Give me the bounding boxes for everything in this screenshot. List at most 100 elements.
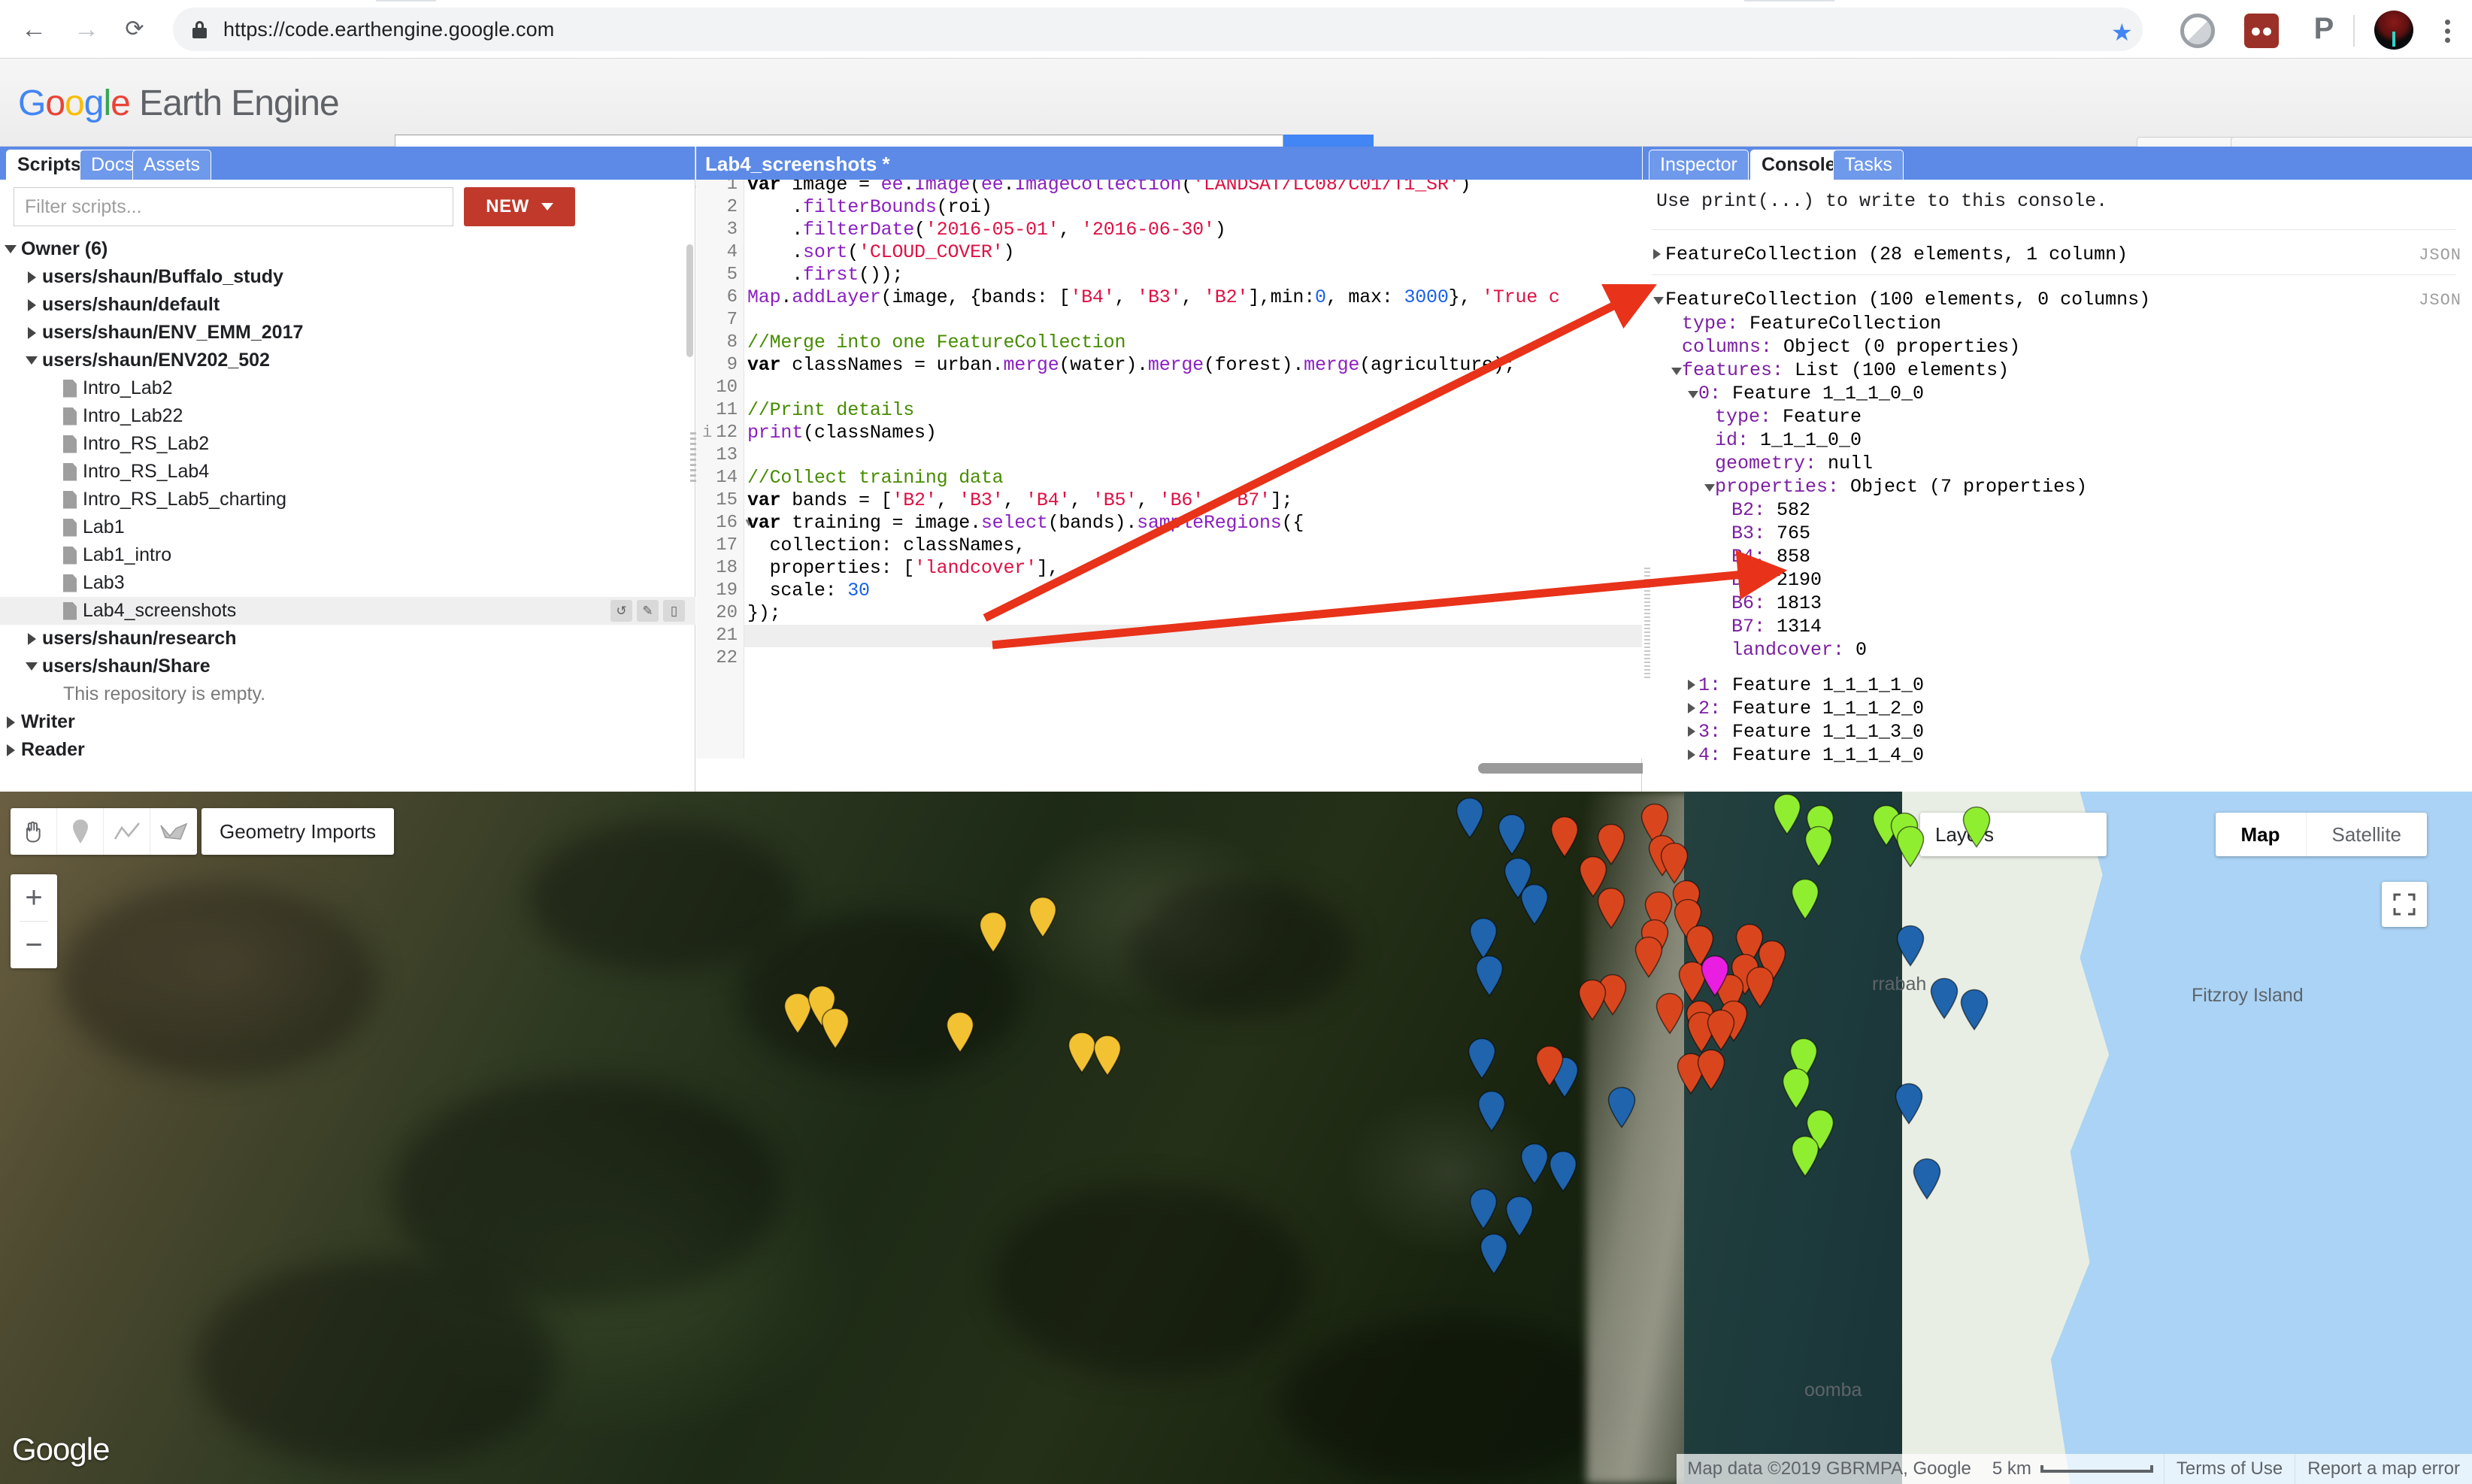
console-tree-node[interactable]: 0: Feature 1_1_1_0_0 [1698,382,1924,405]
chevron-right-icon[interactable] [0,716,21,728]
map-marker-agriculture[interactable] [977,911,1009,953]
script-tree-repo[interactable]: users/shaun/research [0,625,695,653]
map-marker-urban[interactable] [1705,1009,1737,1051]
layers-button[interactable]: Layers [1920,813,2107,856]
map-marker-forest[interactable] [1895,825,1926,868]
map-marker-agriculture[interactable] [944,1011,976,1053]
chevron-right-icon[interactable] [1688,726,1695,737]
code-editor[interactable]: 1 2 3 4 5 6 7 8 9 10 11 12 i 13 14 15 16 ▼ 17 18 19 20 21 22 va… [696,180,1642,759]
json-link[interactable]: JSON [2419,246,2461,265]
polygon-icon[interactable] [150,808,197,855]
star-icon[interactable]: ★ [2111,18,2133,47]
basemap-satellite-button[interactable]: Satellite [2307,813,2428,856]
map-marker-water[interactable] [1911,1158,1943,1200]
script-tree-repo[interactable]: users/shaun/default [0,291,695,319]
map-marker-urban[interactable] [1659,842,1690,884]
map-marker-water[interactable] [1454,797,1486,839]
forward-icon[interactable]: → [66,9,107,50]
script-tree-group[interactable]: Reader [0,736,695,764]
script-tree-item[interactable]: Lab3 [0,569,695,597]
console-entry[interactable]: FeatureCollection (28 elements, 1 column… [1665,243,2128,266]
geometry-imports-button[interactable]: Geometry Imports [201,808,395,855]
map-marker-forest[interactable] [1789,1135,1821,1177]
chevron-down-icon[interactable] [1671,368,1682,375]
chevron-down-icon[interactable] [21,356,42,365]
map-marker-water[interactable] [1928,977,1960,1019]
script-tree-repo[interactable]: users/shaun/ENV202_502 [0,347,695,374]
script-tree-item[interactable]: Intro_RS_Lab5_charting [0,486,695,513]
map-marker-water[interactable] [1468,917,1499,959]
fullscreen-button[interactable] [2382,882,2427,927]
script-tree-repo[interactable]: users/shaun/Share [0,653,695,680]
chevron-right-icon[interactable] [0,744,21,756]
script-tree-item[interactable]: Lab1 [0,513,695,541]
map-marker-water[interactable] [1504,1195,1535,1237]
script-tree-item[interactable]: Intro_Lab2 [0,374,695,402]
chevron-down-icon[interactable] [0,245,21,253]
map-marker-water[interactable] [1468,1188,1499,1230]
map-marker-water[interactable] [1466,1037,1498,1080]
map-marker-water[interactable] [1606,1086,1637,1128]
three-dot-menu-icon[interactable] [2430,14,2464,48]
map-marker-selected[interactable] [1699,955,1731,997]
map-marker-agriculture[interactable] [1092,1034,1123,1077]
chevron-right-icon[interactable] [1688,750,1695,760]
map-marker-water[interactable] [1519,1143,1550,1185]
address-bar[interactable]: https://code.earthengine.google.com [173,8,2143,51]
console-scrollbar[interactable] [1644,568,1650,680]
map-marker-forest[interactable] [1961,806,1992,848]
console-entry[interactable]: FeatureCollection (100 elements, 0 colum… [1665,288,2150,311]
console-tree-node[interactable]: 3: Feature 1_1_1_3_0 [1698,720,1924,744]
map-marker-urban[interactable] [1633,936,1665,978]
chevron-right-icon[interactable] [21,326,42,339]
script-tree-group[interactable]: Writer [0,708,695,736]
script-tree-group[interactable]: Owner (6) [0,235,695,263]
map-marker-urban[interactable] [1549,816,1580,858]
mendeley-extension-icon[interactable]: ●● [2244,14,2279,48]
map-marker-water[interactable] [1474,955,1505,997]
map-marker-water[interactable] [1519,883,1550,925]
tab-tasks[interactable]: Tasks [1833,150,1904,180]
map-marker-urban[interactable] [1577,979,1608,1021]
map-marker-water[interactable] [1478,1233,1510,1275]
map-marker-forest[interactable] [1771,793,1803,835]
map-marker-forest[interactable] [1789,878,1821,920]
script-tree-repo[interactable]: users/shaun/Buffalo_study [0,263,695,291]
map-marker-urban[interactable] [1654,992,1686,1034]
chevron-right-icon[interactable] [1653,249,1661,259]
console-tree-node[interactable]: 2: Feature 1_1_1_2_0 [1698,697,1924,720]
script-tree-repo[interactable]: users/shaun/ENV_EMM_2017 [0,319,695,347]
circle-extension-icon[interactable] [2180,14,2215,48]
left-panel-scrollbar[interactable] [686,244,693,357]
console-tree-node[interactable]: 4: Feature 1_1_1_4_0 [1698,744,1924,767]
map-marker-water[interactable] [1547,1150,1579,1192]
zoom-in-button[interactable]: + [11,874,57,921]
script-tree-item[interactable]: Intro_RS_Lab4 [0,458,695,486]
map-marker-water[interactable] [1959,989,1990,1031]
map-marker-water[interactable] [1496,813,1528,856]
console-tree-node[interactable]: properties: Object (7 properties) [1715,475,2087,498]
map-marker-water[interactable] [1895,925,1926,967]
map-marker-water[interactable] [1476,1090,1507,1132]
zoom-out-button[interactable]: − [11,922,57,968]
terms-of-use-link[interactable]: Terms of Use [2163,1454,2295,1484]
map-marker-agriculture[interactable] [819,1007,851,1049]
tab-assets[interactable]: Assets [132,150,212,180]
filter-scripts-input[interactable] [14,187,453,226]
new-script-button[interactable]: NEW [464,187,575,226]
chevron-right-icon[interactable] [1688,703,1695,713]
line-info-marker[interactable]: i [702,422,712,444]
rename-pencil-icon[interactable]: ✎ [637,600,659,622]
script-tree-item[interactable]: Lab1_intro [0,541,695,569]
map-marker-urban[interactable] [1595,887,1627,929]
chevron-down-icon[interactable] [1688,391,1698,398]
json-link[interactable]: JSON [2419,291,2461,310]
console-tree-node[interactable]: 1: Feature 1_1_1_1_0 [1698,674,1924,697]
report-map-error-link[interactable]: Report a map error [2295,1454,2472,1484]
chevron-right-icon[interactable] [21,632,42,645]
map-marker-forest[interactable] [1803,825,1834,868]
script-tree-item[interactable]: Intro_RS_Lab2 [0,430,695,458]
script-tree-item[interactable]: Intro_Lab22 [0,402,695,430]
chevron-right-icon[interactable] [21,271,42,283]
tab-inspector[interactable]: Inspector [1649,150,1749,180]
